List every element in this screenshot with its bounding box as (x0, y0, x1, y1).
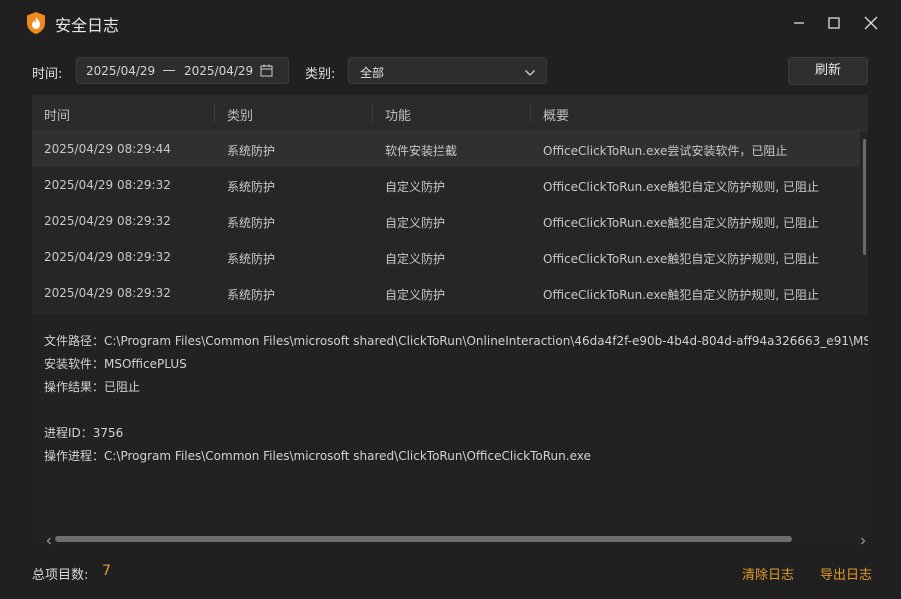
detail-file-path: 文件路径：C:\Program Files\Common Files\micro… (44, 334, 868, 348)
chevron-down-icon (524, 66, 536, 81)
column-header-function[interactable]: 功能 (385, 105, 411, 124)
cell-function: 自定义防护 (385, 252, 446, 266)
shield-flame-icon (26, 11, 46, 35)
cell-category: 系统防护 (227, 144, 276, 158)
maximize-icon[interactable] (823, 12, 845, 34)
date-separator (163, 70, 175, 71)
cell-summary: OfficeClickToRun.exe尝试安装软件，已阻止 (543, 144, 788, 158)
cell-summary: OfficeClickToRun.exe触犯自定义防护规则, 已阻止 (543, 180, 819, 194)
cell-function: 自定义防护 (385, 288, 446, 302)
cell-time: 2025/04/29 08:29:32 (44, 250, 171, 264)
log-table: 时间 类别 功能 概要 2025/04/29 08:29:44 系统防护 软件安… (32, 95, 868, 315)
detail-pid: 进程ID：3756 (44, 426, 124, 440)
cell-category: 系统防护 (227, 180, 276, 194)
minimize-icon[interactable] (788, 12, 810, 34)
column-header-summary[interactable]: 概要 (543, 105, 569, 124)
column-divider[interactable] (214, 103, 215, 122)
scroll-left-icon[interactable] (46, 534, 52, 549)
total-count-value: 7 (102, 563, 111, 579)
cell-function: 软件安装拦截 (385, 144, 458, 158)
column-divider[interactable] (372, 103, 373, 122)
column-header-time[interactable]: 时间 (44, 105, 70, 124)
close-icon[interactable] (860, 12, 882, 34)
detail-process: 操作进程：C:\Program Files\Common Files\micro… (44, 449, 591, 463)
cell-category: 系统防护 (227, 216, 276, 230)
cell-summary: OfficeClickToRun.exe触犯自定义防护规则, 已阻止 (543, 288, 819, 302)
cell-category: 系统防护 (227, 288, 276, 302)
cell-function: 自定义防护 (385, 216, 446, 230)
table-row[interactable]: 2025/04/29 08:29:32 系统防护 自定义防护 OfficeCli… (32, 167, 860, 203)
total-count-label: 总项目数: (32, 568, 89, 583)
table-row[interactable]: 2025/04/29 08:29:32 系统防护 自定义防护 OfficeCli… (32, 275, 860, 311)
table-header: 时间 类别 功能 概要 (32, 95, 868, 131)
clear-log-link[interactable]: 清除日志 (742, 564, 794, 583)
table-row[interactable]: 2025/04/29 08:29:32 系统防护 自定义防护 OfficeCli… (32, 203, 860, 239)
column-divider[interactable] (530, 103, 531, 122)
detail-result: 操作结果：已阻止 (44, 380, 141, 394)
cell-time: 2025/04/29 08:29:32 (44, 178, 171, 192)
detail-panel: 文件路径：C:\Program Files\Common Files\micro… (32, 318, 868, 544)
date-start[interactable]: 2025/04/29 (86, 64, 155, 78)
column-header-category[interactable]: 类别 (227, 105, 253, 124)
scroll-right-icon[interactable] (860, 534, 866, 549)
horizontal-scrollbar-thumb[interactable] (55, 536, 792, 542)
cell-summary: OfficeClickToRun.exe触犯自定义防护规则, 已阻止 (543, 216, 819, 230)
detail-software: 安装软件：MSOfficePLUS (44, 357, 187, 371)
cell-category: 系统防护 (227, 252, 276, 266)
title-bar: 安全日志 (0, 0, 901, 46)
date-range-picker[interactable]: 2025/04/29 2025/04/29 (76, 57, 289, 84)
cell-function: 自定义防护 (385, 180, 446, 194)
table-row[interactable]: 2025/04/29 08:29:32 系统防护 自定义防护 OfficeCli… (32, 239, 860, 275)
table-row[interactable]: 2025/04/29 08:29:44 系统防护 软件安装拦截 OfficeCl… (32, 131, 860, 167)
calendar-icon[interactable] (260, 64, 273, 81)
vertical-scrollbar-thumb[interactable] (863, 139, 866, 255)
refresh-button[interactable]: 刷新 (788, 57, 868, 85)
time-label: 时间: (32, 67, 63, 82)
date-end[interactable]: 2025/04/29 (184, 64, 253, 78)
window-title: 安全日志 (55, 16, 120, 35)
cell-time: 2025/04/29 08:29:32 (44, 214, 171, 228)
export-log-link[interactable]: 导出日志 (820, 564, 872, 583)
category-label: 类别: (305, 67, 336, 82)
category-select-value: 全部 (360, 66, 385, 80)
category-select[interactable]: 全部 (348, 57, 547, 84)
cell-time: 2025/04/29 08:29:32 (44, 286, 171, 300)
cell-summary: OfficeClickToRun.exe触犯自定义防护规则, 已阻止 (543, 252, 819, 266)
cell-time: 2025/04/29 08:29:44 (44, 142, 171, 156)
